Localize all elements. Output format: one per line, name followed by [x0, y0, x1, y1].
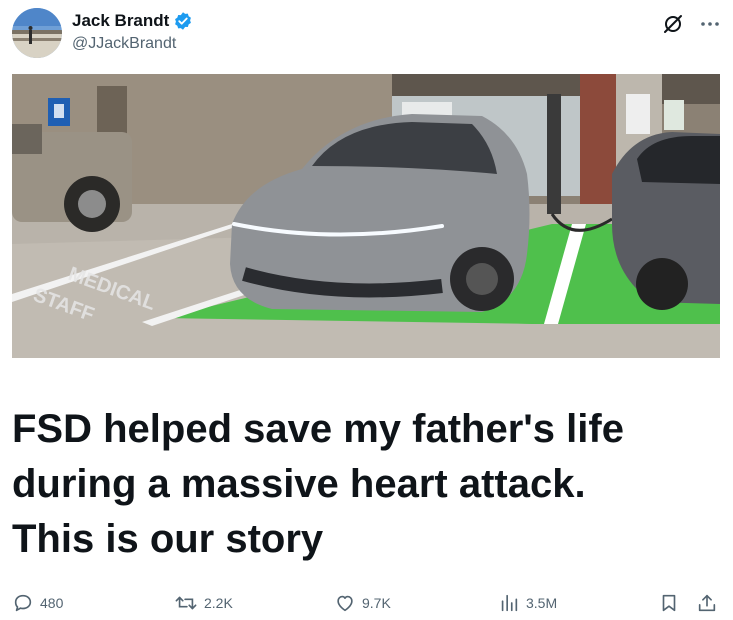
share-button[interactable] — [696, 592, 718, 614]
bookmark-icon — [662, 594, 676, 612]
heart-icon — [337, 595, 353, 612]
views-count: 3.5M — [526, 595, 558, 611]
reply-button[interactable]: 480 — [12, 592, 63, 614]
views-chart-icon — [501, 594, 518, 612]
reply-icon — [14, 594, 32, 612]
reply-count: 480 — [40, 595, 64, 611]
like-count: 9.7K — [362, 595, 391, 611]
repost-button[interactable]: 2.2K — [174, 592, 233, 614]
parking-garage-photo: MEDICAL STAFF — [12, 74, 720, 358]
profile-photo — [12, 8, 62, 58]
top-actions — [661, 12, 721, 36]
post-action-bar: 480 2.2K 9.7K 3.5M — [12, 592, 721, 618]
views-button[interactable]: 3.5M — [498, 592, 557, 614]
like-button[interactable]: 9.7K — [334, 592, 391, 614]
verified-badge-icon — [175, 12, 192, 30]
author-handle[interactable]: @JJackBrandt — [72, 34, 193, 54]
headline-line-1: FSD helped save my father's life — [12, 407, 624, 451]
author-display-name[interactable]: Jack Brandt — [72, 10, 169, 32]
repost-icon — [175, 596, 197, 610]
post-header: Jack Brandt @JJackBrandt — [12, 8, 721, 60]
headline-line-2: during a massive heart attack. — [12, 462, 586, 506]
headline-line-3: This is our story — [12, 517, 324, 561]
post-headline: FSD helped save my father's life during … — [12, 402, 712, 567]
author-name-row[interactable]: Jack Brandt — [72, 10, 193, 32]
repost-count: 2.2K — [204, 595, 233, 611]
bookmark-button[interactable] — [658, 592, 680, 614]
author-block: Jack Brandt @JJackBrandt — [72, 10, 193, 54]
more-icon[interactable] — [699, 13, 721, 35]
post-media-image[interactable]: MEDICAL STAFF — [12, 74, 720, 358]
share-icon — [698, 594, 716, 612]
avatar[interactable] — [12, 8, 62, 58]
grok-icon[interactable] — [661, 12, 685, 36]
